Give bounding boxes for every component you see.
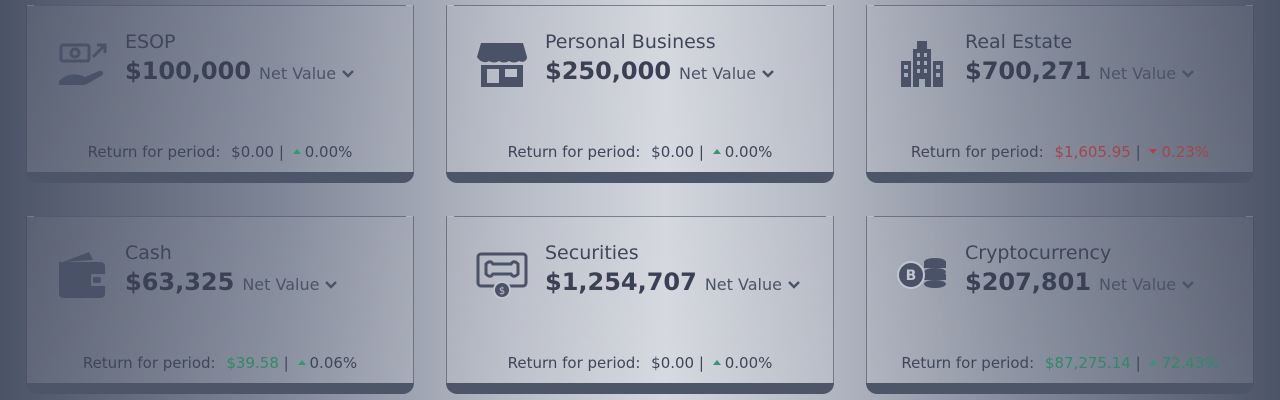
value-row: $700,271 Net Value xyxy=(965,57,1194,85)
net-value-dropdown[interactable]: Net Value xyxy=(705,275,800,294)
asset-card-real-estate[interactable]: Real Estate $700,271 Net Value Return fo… xyxy=(866,5,1254,183)
return-for-period: Return for period: $0.00 | 0.00% xyxy=(27,143,413,161)
net-value-dropdown[interactable]: Net Value xyxy=(259,64,354,83)
stock-options-icon xyxy=(55,37,109,91)
trend-up-icon xyxy=(712,149,721,154)
net-value-label: Net Value xyxy=(259,64,337,83)
return-amount: $0.00 xyxy=(651,354,695,372)
return-for-period: Return for period: $0.00 | 0.00% xyxy=(447,143,833,161)
return-percent: 0.06% xyxy=(309,354,358,372)
separator: | xyxy=(278,143,284,161)
storefront-icon xyxy=(475,37,529,91)
net-value-amount: $100,000 xyxy=(125,57,252,85)
return-percent: 0.00% xyxy=(724,354,773,372)
net-value-amount: $63,325 xyxy=(125,268,235,296)
net-value-dropdown[interactable]: Net Value xyxy=(1099,275,1194,294)
card-title: Securities xyxy=(545,242,639,264)
svg-text:B: B xyxy=(906,268,917,284)
return-label: Return for period: xyxy=(507,354,641,372)
chevron-down-icon xyxy=(325,280,338,289)
card-title: ESOP xyxy=(125,31,176,53)
card-title: Cryptocurrency xyxy=(965,242,1112,264)
value-row: $207,801 Net Value xyxy=(965,268,1194,296)
separator: | xyxy=(283,354,289,372)
trend-up-icon xyxy=(712,360,721,365)
value-row: $250,000 Net Value xyxy=(545,57,774,85)
chevron-down-icon xyxy=(762,69,774,78)
separator: | xyxy=(1135,354,1141,372)
asset-card-cash[interactable]: Cash $63,325 Net Value Return for period… xyxy=(26,216,414,394)
crypto-coins-icon: B xyxy=(895,248,949,302)
asset-card-personal-business[interactable]: Personal Business $250,000 Net Value Ret… xyxy=(446,5,834,183)
chevron-down-icon xyxy=(788,280,800,289)
return-label: Return for period: xyxy=(910,143,1044,161)
value-row: $1,254,707 Net Value xyxy=(545,268,800,296)
return-amount: $0.00 xyxy=(651,143,695,161)
return-label: Return for period: xyxy=(901,354,1035,372)
return-amount: $0.00 xyxy=(231,143,275,161)
return-for-period: Return for period: $87,275.14 | 72.43% xyxy=(867,354,1253,372)
return-label: Return for period: xyxy=(82,354,216,372)
separator: | xyxy=(698,143,704,161)
return-for-period: Return for period: $1,605.95 | 0.23% xyxy=(867,143,1253,161)
separator: | xyxy=(698,354,704,372)
card-bottom-bar xyxy=(446,172,834,183)
net-value-amount: $1,254,707 xyxy=(545,268,697,296)
card-bottom-bar xyxy=(446,383,834,394)
return-percent: 72.43% xyxy=(1161,354,1219,372)
chevron-down-icon xyxy=(342,69,354,78)
trend-up-icon xyxy=(1149,360,1158,365)
chevron-down-icon xyxy=(1182,69,1194,78)
net-value-amount: $700,271 xyxy=(965,57,1092,85)
card-title: Real Estate xyxy=(965,31,1073,53)
card-title: Personal Business xyxy=(545,31,716,53)
card-bottom-bar xyxy=(866,172,1254,183)
net-value-label: Net Value xyxy=(1099,275,1177,294)
return-label: Return for period: xyxy=(507,143,641,161)
net-value-label: Net Value xyxy=(679,64,757,83)
trend-down-icon xyxy=(1149,149,1158,154)
return-amount: $1,605.95 xyxy=(1054,143,1131,161)
net-value-label: Net Value xyxy=(704,275,782,294)
trend-up-icon xyxy=(292,149,301,154)
return-percent: 0.00% xyxy=(724,143,773,161)
return-percent: 0.00% xyxy=(304,143,353,161)
return-label: Return for period: xyxy=(87,143,221,161)
wallet-icon xyxy=(55,248,109,302)
return-amount: $87,275.14 xyxy=(1044,354,1131,372)
net-value-amount: $250,000 xyxy=(545,57,672,85)
card-title: Cash xyxy=(125,242,172,264)
value-row: $100,000 Net Value xyxy=(125,57,354,85)
net-value-dropdown[interactable]: Net Value xyxy=(679,64,774,83)
return-for-period: Return for period: $39.58 | 0.06% xyxy=(27,354,413,372)
separator: | xyxy=(1135,143,1141,161)
asset-card-cryptocurrency[interactable]: B Cryptocurrency $207,801 Net Value Retu… xyxy=(866,216,1254,394)
certificate-icon: $ xyxy=(475,248,529,302)
card-bottom-bar xyxy=(26,383,414,394)
card-bottom-bar xyxy=(26,172,414,183)
net-value-label: Net Value xyxy=(242,275,320,294)
net-value-dropdown[interactable]: Net Value xyxy=(242,275,338,294)
building-icon xyxy=(895,37,949,91)
asset-card-securities[interactable]: $ Securities $1,254,707 Net Value Return… xyxy=(446,216,834,394)
return-percent: 0.23% xyxy=(1161,143,1210,161)
net-value-label: Net Value xyxy=(1099,64,1177,83)
svg-text:$: $ xyxy=(499,286,505,297)
value-row: $63,325 Net Value xyxy=(125,268,338,296)
asset-card-esop[interactable]: ESOP $100,000 Net Value Return for perio… xyxy=(26,5,414,183)
net-value-amount: $207,801 xyxy=(965,268,1092,296)
net-value-dropdown[interactable]: Net Value xyxy=(1099,64,1194,83)
chevron-down-icon xyxy=(1182,280,1194,289)
card-bottom-bar xyxy=(866,383,1254,394)
trend-up-icon xyxy=(297,360,306,365)
return-for-period: Return for period: $0.00 | 0.00% xyxy=(447,354,833,372)
return-amount: $39.58 xyxy=(226,354,279,372)
